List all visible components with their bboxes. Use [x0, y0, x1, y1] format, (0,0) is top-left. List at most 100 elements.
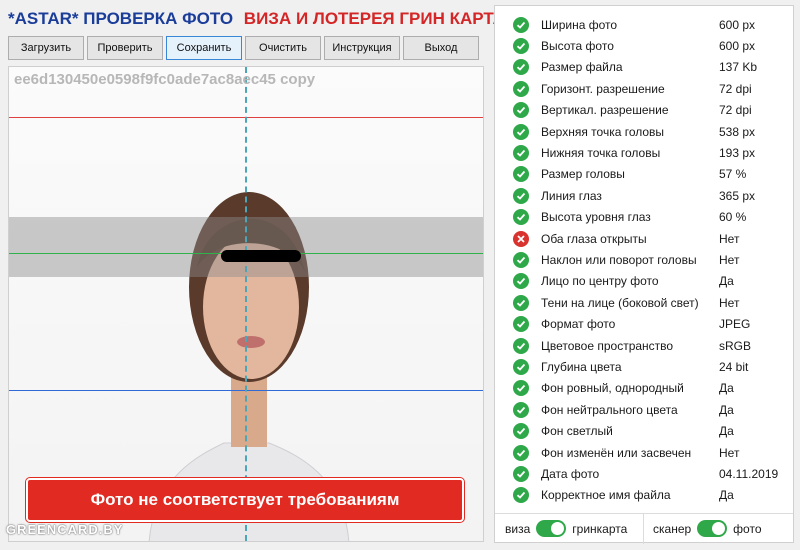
check-value: 538 px [719, 124, 756, 139]
check-ok-icon [513, 209, 529, 226]
check-row: Глубина цвета 24 bit [513, 356, 748, 377]
check-row: Высота уровня глаз 60 % [513, 207, 746, 228]
mode-toggle[interactable]: виза гринкарта [505, 520, 627, 537]
check-ok-icon [513, 80, 529, 97]
check-label: Высота фото [541, 38, 614, 53]
check-label: Лицо по центру фото [541, 274, 659, 289]
check-row: Дата фото 04.11.2019 [513, 463, 778, 484]
clear-button[interactable]: Очистить [245, 36, 321, 60]
check-ok-icon [513, 37, 529, 54]
mode-switch[interactable] [536, 520, 567, 537]
check-ok-icon [513, 358, 529, 375]
check-row: Горизонт. разрешение 72 dpi [513, 78, 752, 99]
check-row: Фон светлый Да [513, 421, 734, 442]
check-row: Вертикал. разрешение 72 dpi [513, 100, 752, 121]
check-label: Горизонт. разрешение [541, 81, 665, 96]
check-value: 72 dpi [719, 103, 752, 118]
app-brand: *ASTAR* ПРОВЕРКА ФОТО [8, 9, 234, 28]
check-row: Нижняя точка головы 193 px [513, 142, 755, 163]
check-label: Размер файла [541, 60, 623, 75]
manual-button[interactable]: Инструкция [324, 36, 400, 60]
divider [643, 513, 644, 544]
exit-button[interactable]: Выход [403, 36, 479, 60]
check-ok-icon [513, 123, 529, 140]
check-label: Верхняя точка головы [541, 124, 665, 139]
check-ok-icon [513, 294, 529, 311]
check-value: 137 Kb [719, 60, 758, 75]
check-ok-icon [513, 102, 529, 119]
watermark: GREENCARD.BY [6, 522, 124, 537]
check-ok-icon [513, 59, 529, 76]
source-toggle[interactable]: сканер фото [653, 520, 762, 537]
check-label: Линия глаз [541, 188, 602, 203]
check-ok-icon [513, 16, 529, 33]
check-button[interactable]: Проверить [87, 36, 163, 60]
check-value: 04.11.2019 [719, 466, 779, 481]
check-label: Дата фото [541, 466, 600, 481]
check-row: Линия глаз 365 px [513, 185, 755, 206]
check-label: Цветовое пространство [541, 338, 674, 353]
check-ok-icon [513, 316, 529, 333]
check-value: 600 px [719, 38, 756, 53]
check-label: Наклон или поворот головы [541, 252, 697, 267]
check-row: Размер файла 137 Kb [513, 57, 757, 78]
check-ok-icon [513, 251, 529, 268]
check-ok-icon [513, 337, 529, 354]
check-label: Фон нейтрального цвета [541, 402, 678, 417]
center-guide-line [245, 67, 247, 541]
source-left-label: сканер [653, 521, 692, 536]
check-row: Фон нейтрального цвета Да [513, 399, 734, 420]
check-value: sRGB [719, 338, 752, 353]
check-value: Нет [719, 445, 740, 460]
divider [495, 513, 793, 514]
toolbar: Загрузить Проверить Сохранить Очистить И… [8, 36, 479, 60]
check-row: Тени на лице (боковой свет) Нет [513, 292, 739, 313]
check-value: 600 px [719, 17, 756, 32]
file-name: ee6d130450e0598f9fc0ade7ac8aec45 copy [14, 71, 316, 88]
save-button[interactable]: Сохранить [166, 36, 242, 60]
check-value: Нет [719, 295, 740, 310]
check-row: Лицо по центру фото Да [513, 271, 734, 292]
check-label: Формат фото [541, 317, 616, 332]
check-value: 57 % [719, 167, 747, 182]
check-ok-icon [513, 465, 529, 482]
check-row: Цветовое пространство sRGB [513, 335, 751, 356]
check-value: 72 dpi [719, 81, 752, 96]
check-row: Размер головы 57 % [513, 164, 746, 185]
check-row: Оба глаза открыты Нет [513, 228, 739, 249]
check-label: Фон ровный, однородный [541, 381, 684, 396]
check-value: 193 px [719, 145, 756, 160]
source-switch[interactable] [697, 520, 728, 537]
check-row: Фон изменён или засвечен Нет [513, 442, 739, 463]
check-value: Да [719, 488, 734, 503]
check-ok-icon [513, 444, 529, 461]
check-value: JPEG [719, 317, 751, 332]
load-button[interactable]: Загрузить [8, 36, 84, 60]
check-label: Тени на лице (боковой свет) [541, 295, 699, 310]
results-panel: Ширина фото 600 px Высота фото 600 px Размер… [494, 5, 794, 544]
check-row: Наклон или поворот головы Нет [513, 249, 739, 270]
app-subtitle: ВИЗА И ЛОТЕРЕЯ ГРИН КАРТА [243, 9, 505, 28]
check-ok-icon [513, 166, 529, 183]
check-row: Ширина фото 600 px [513, 14, 755, 35]
check-label: Глубина цвета [541, 359, 622, 374]
check-value: Да [719, 424, 734, 439]
check-fail-icon [513, 230, 529, 247]
check-label: Ширина фото [541, 17, 618, 32]
app-title: *ASTAR* ПРОВЕРКА ФОТО ВИЗА И ЛОТЕРЕЯ ГРИ… [8, 9, 505, 29]
check-value: Да [719, 381, 734, 396]
check-label: Размер головы [541, 167, 625, 182]
photo-preview[interactable]: ee6d130450e0598f9fc0ade7ac8aec45 copy [8, 66, 484, 542]
check-ok-icon [513, 487, 529, 504]
check-label: Нижняя точка головы [541, 145, 661, 160]
mode-left-label: виза [505, 521, 531, 536]
check-ok-icon [513, 187, 529, 204]
check-row: Верхняя точка головы 538 px [513, 121, 755, 142]
check-ok-icon [513, 273, 529, 290]
check-ok-icon [513, 423, 529, 440]
check-value: Да [719, 402, 734, 417]
source-right-label: фото [733, 521, 762, 536]
check-value: Нет [719, 231, 740, 246]
check-label: Корректное имя файла [541, 488, 671, 503]
check-value: 60 % [719, 210, 747, 225]
